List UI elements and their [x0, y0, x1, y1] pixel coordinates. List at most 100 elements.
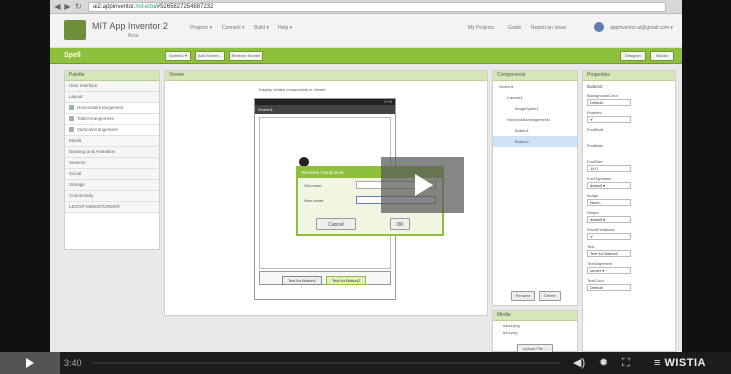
- play-icon: [26, 358, 34, 368]
- status-time: 5:09: [384, 99, 392, 104]
- ok-button: OK: [390, 218, 410, 230]
- project-name: Spell: [64, 52, 81, 59]
- property-value: None...: [587, 199, 631, 206]
- screen-title: Screen1: [255, 105, 395, 114]
- components-panel: Components Screen1 Canvas1 ImageSprite1 Hor…: [492, 70, 578, 306]
- upload-file-button: Upload File ...: [517, 344, 553, 352]
- palette-title: Palette: [65, 71, 159, 81]
- property-label: Enabled: [587, 110, 602, 115]
- delete-button: Delete: [539, 291, 561, 301]
- add-screen-button: Add Screen...: [195, 51, 225, 61]
- property-label: FontBold: [587, 127, 604, 132]
- component-icon: [69, 127, 74, 132]
- play-button[interactable]: [0, 352, 60, 374]
- property-value: [587, 133, 631, 139]
- palette-item-label: VerticalArrangement: [77, 127, 118, 132]
- url-rest: /#5265827254887232: [155, 4, 214, 10]
- menu-build: Build ▾: [254, 25, 270, 31]
- url-domain: mit.edu: [135, 4, 156, 10]
- palette-panel: Palette User Interface Layout HorizontalAr…: [64, 70, 160, 250]
- button1-preview: Text for Button1: [282, 276, 322, 285]
- button2-preview: Text for Button2: [326, 276, 366, 285]
- horizontal-arrangement: [259, 271, 391, 285]
- property-value: Text for Button2: [587, 250, 631, 257]
- property-value: default ▾: [587, 216, 631, 223]
- hidden-components-checkbox: Display hidden components in Viewer: [259, 87, 326, 92]
- menu-my-projects: My Projects: [468, 25, 495, 31]
- wistia-logo[interactable]: ≡ WISTIA: [654, 357, 706, 369]
- property-value: ✔: [587, 233, 631, 240]
- blocks-button: Blocks: [650, 51, 674, 61]
- component-tree-item: Button2: [493, 136, 577, 147]
- media-panel: Media hand.png bird.png Upload File ...: [492, 310, 578, 352]
- component-icon: [69, 116, 74, 121]
- property-value: Default: [587, 284, 631, 291]
- account-email: appinventor.ai@gmail.com ▾: [610, 25, 673, 31]
- media-file: hand.png: [503, 323, 520, 328]
- volume-icon[interactable]: ◀): [573, 356, 585, 370]
- remove-screen-button: Remove Screen: [229, 51, 263, 61]
- new-name-label: New name:: [304, 198, 325, 203]
- properties-title: Properties: [583, 71, 675, 81]
- app-logo: [64, 20, 86, 40]
- forward-icon: ▶: [64, 2, 71, 11]
- app-beta-label: Beta: [128, 33, 139, 39]
- palette-list: User Interface Layout HorizontalArrangemen…: [65, 81, 159, 213]
- designer-button: Designer: [620, 51, 646, 61]
- palette-component-item: HorizontalArrangement: [65, 103, 159, 114]
- reload-icon: ↻: [75, 2, 82, 11]
- media-file: bird.png: [503, 330, 518, 335]
- property-label: FontItalic: [587, 143, 604, 148]
- gear-icon[interactable]: ✹: [599, 356, 608, 370]
- property-value: 14.0: [587, 165, 631, 172]
- properties-panel: Properties Button2 BackgroundColor Defaul…: [582, 70, 676, 352]
- properties-component-name: Button2: [587, 84, 603, 89]
- property-label: FontSize: [587, 159, 603, 164]
- properties-list: BackgroundColor Default Enabled ✔ FontBold Fo…: [583, 92, 675, 291]
- fullscreen-icon[interactable]: ⛶: [622, 356, 630, 370]
- app-title: MIT App Inventor 2: [92, 21, 168, 31]
- menu-projects: Projects ▾: [190, 25, 212, 31]
- palette-category: Layout: [65, 92, 159, 103]
- cancel-button: Cancel: [316, 218, 356, 230]
- address-bar: ai2.appinventor.mit.edu/#526582725488723…: [88, 2, 666, 12]
- palette-component-item: VerticalArrangement: [65, 125, 159, 136]
- palette-category: Connectivity: [65, 191, 159, 202]
- play-overlay-button[interactable]: [381, 157, 464, 213]
- palette-item-label: HorizontalArrangement: [77, 105, 124, 110]
- screen-select: Screen1 ▾: [165, 51, 191, 61]
- property-value: [587, 149, 631, 155]
- component-tree-item: ImageSprite1: [515, 106, 539, 111]
- back-icon: ◀: [54, 2, 61, 11]
- components-title: Components: [493, 71, 577, 81]
- old-name-label: Old name:: [304, 183, 323, 188]
- url-prefix: ai2.appinventor.: [93, 4, 136, 10]
- account-icon: [594, 22, 604, 32]
- component-tree-item: Button1: [515, 128, 529, 133]
- property-value: Default: [587, 99, 631, 106]
- component-tree-item: Screen1: [499, 84, 514, 89]
- component-tree-item: HorizontalArrangement1: [507, 117, 551, 122]
- media-title: Media: [493, 311, 577, 321]
- video-duration: 3:40: [64, 358, 82, 368]
- progress-bar[interactable]: [92, 362, 560, 364]
- menu-help: Help ▾: [278, 25, 293, 31]
- viewer-title: Viewer: [165, 71, 487, 81]
- menu-guide: Guide: [508, 25, 522, 31]
- video-frame[interactable]: ◀ ▶ ↻ ai2.appinventor.mit.edu/#526582725…: [50, 0, 682, 352]
- play-icon: [415, 174, 433, 196]
- palette-category: Drawing and Animation: [65, 147, 159, 158]
- palette-category: Social: [65, 169, 159, 180]
- palette-category: User Interface: [65, 81, 159, 92]
- property-label: BackgroundColor: [587, 93, 618, 98]
- palette-category: Sensors: [65, 158, 159, 169]
- app-header: MIT App Inventor 2 Beta Projects ▾ Conne…: [50, 14, 682, 48]
- property-value: center ▾: [587, 267, 631, 274]
- menu-connect: Connect ▾: [222, 25, 245, 31]
- components-tree: Screen1 Canvas1 ImageSprite1 HorizontalArra…: [493, 81, 577, 147]
- property-label: ShowFeedback: [587, 227, 615, 232]
- property-label: FontTypeface: [587, 176, 612, 181]
- video-player[interactable]: ◀ ▶ ↻ ai2.appinventor.mit.edu/#526582725…: [0, 0, 731, 374]
- rename-button: Rename: [511, 291, 535, 301]
- palette-component-item: TableArrangement: [65, 114, 159, 125]
